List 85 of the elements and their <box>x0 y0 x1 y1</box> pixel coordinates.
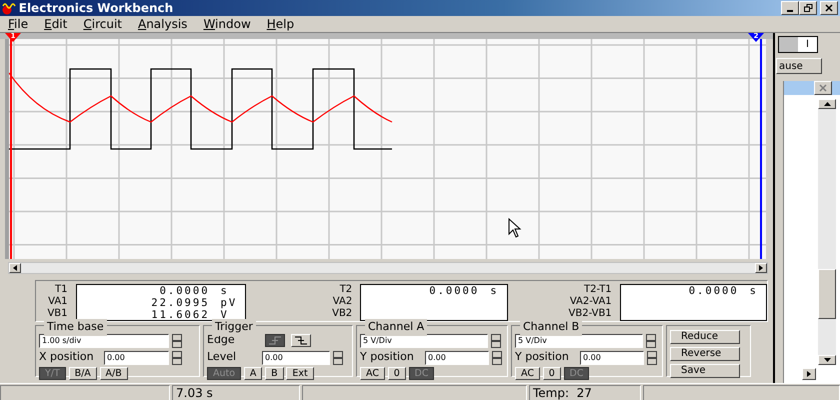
field-label: Y position <box>515 349 570 366</box>
group-title: Time base <box>44 319 107 336</box>
value-field[interactable]: 0.00 <box>104 350 169 364</box>
spinner-buttons[interactable] <box>492 350 502 364</box>
readout-label: VB2 <box>331 308 352 320</box>
close-icon <box>825 4 833 12</box>
field-label: Y position <box>360 349 415 366</box>
falling-edge-button[interactable] <box>291 334 311 347</box>
spinner-buttons[interactable] <box>647 350 657 364</box>
menu-item[interactable]: Analysis <box>130 15 196 33</box>
readout-label: VA1 <box>47 296 68 308</box>
readout-label: VA2-VA1 <box>568 296 612 308</box>
field-label: Edge <box>207 332 236 348</box>
coupling-button[interactable]: 0 <box>388 367 406 380</box>
minimize-button[interactable] <box>781 1 800 15</box>
group-title: Channel A <box>365 319 428 336</box>
action-button[interactable]: Save <box>670 364 740 378</box>
readout-unit: s <box>750 285 758 297</box>
coupling-button[interactable]: AC <box>515 367 540 380</box>
horizontal-scrollbar[interactable] <box>8 262 768 274</box>
readout-value: 0.0000 <box>428 285 480 297</box>
menu-item[interactable]: Edit <box>36 15 76 33</box>
readout-value: 0.0000 <box>158 285 210 297</box>
scroll-up-icon[interactable] <box>818 99 836 109</box>
mode-button[interactable]: A/B <box>100 367 128 380</box>
action-button[interactable]: Reverse <box>670 347 740 361</box>
readout-value: 22.0995 <box>150 297 210 309</box>
spinner-buttons[interactable] <box>172 350 182 364</box>
mode-button[interactable]: B/A <box>68 367 97 380</box>
value-field[interactable]: 0.00 <box>425 350 489 364</box>
restore-button[interactable] <box>799 1 818 15</box>
field-label: X position <box>39 349 95 366</box>
vertical-scrollbar[interactable] <box>818 99 836 365</box>
switch-off-half <box>779 37 798 52</box>
close-button[interactable] <box>814 81 832 95</box>
close-button[interactable] <box>820 1 838 15</box>
close-icon <box>819 84 827 92</box>
status-time: 7.03 s <box>172 385 300 400</box>
readout-label: VA2 <box>332 296 352 308</box>
readout-value: 11.6062 <box>150 309 210 321</box>
menu-item[interactable]: Help <box>258 15 302 33</box>
scroll-thumb[interactable] <box>818 269 836 319</box>
scroll-down-icon[interactable] <box>818 355 836 365</box>
coupling-button[interactable]: 0 <box>542 367 561 380</box>
scroll-right-icon[interactable] <box>802 368 816 380</box>
spinner-buttons[interactable] <box>491 334 501 348</box>
trigger-source-button[interactable]: B <box>265 367 284 380</box>
value-field[interactable]: 0.00 <box>580 350 644 364</box>
scroll-right-icon[interactable] <box>755 263 767 273</box>
rising-edge-button[interactable] <box>265 334 285 347</box>
value-field[interactable]: 0.00 <box>262 350 330 364</box>
coupling-button[interactable]: AC <box>360 367 385 380</box>
readout-label: T2 <box>338 284 352 296</box>
readout-unit: pV <box>220 297 238 309</box>
app-logo-icon <box>2 2 16 14</box>
readout-label: T1 <box>54 284 68 296</box>
trigger-source-button[interactable]: Ext <box>286 367 314 380</box>
menu-item[interactable]: File <box>0 15 36 33</box>
restore-icon <box>804 4 813 12</box>
value-field[interactable]: 1.00 s/div <box>39 334 169 348</box>
value-field[interactable]: 5 V/Div <box>360 334 488 348</box>
status-temperature: Temp: 27 <box>529 385 641 400</box>
readout-label: VB1 <box>46 308 68 320</box>
readout-unit: s <box>490 285 499 297</box>
scroll-left-icon[interactable] <box>9 263 21 273</box>
value-field[interactable]: 5 V/Div <box>515 334 643 348</box>
menu-item[interactable]: Circuit <box>75 15 130 33</box>
readout-value: 0.0000 <box>688 285 739 297</box>
spinner-buttons[interactable] <box>172 334 182 348</box>
mouse-pointer-icon <box>508 218 522 238</box>
group-title: Trigger <box>212 319 256 336</box>
readout-label: VB2-VB1 <box>568 308 612 320</box>
group-title: Channel B <box>520 319 582 336</box>
readout-unit: s <box>220 285 229 297</box>
spinner-buttons[interactable] <box>333 350 343 364</box>
spinner-buttons[interactable] <box>646 334 656 348</box>
readout-unit: V <box>220 309 229 321</box>
menu-item[interactable]: Window <box>195 15 259 33</box>
pause-button[interactable]: ause <box>776 58 822 74</box>
action-button[interactable]: Reduce <box>670 330 740 344</box>
readout-label: T2-T1 <box>583 284 612 296</box>
trigger-source-button[interactable]: A <box>244 367 262 380</box>
field-label: Level <box>207 349 238 366</box>
power-switch[interactable]: I <box>778 36 818 53</box>
window-title: Electronics Workbench <box>18 0 174 17</box>
